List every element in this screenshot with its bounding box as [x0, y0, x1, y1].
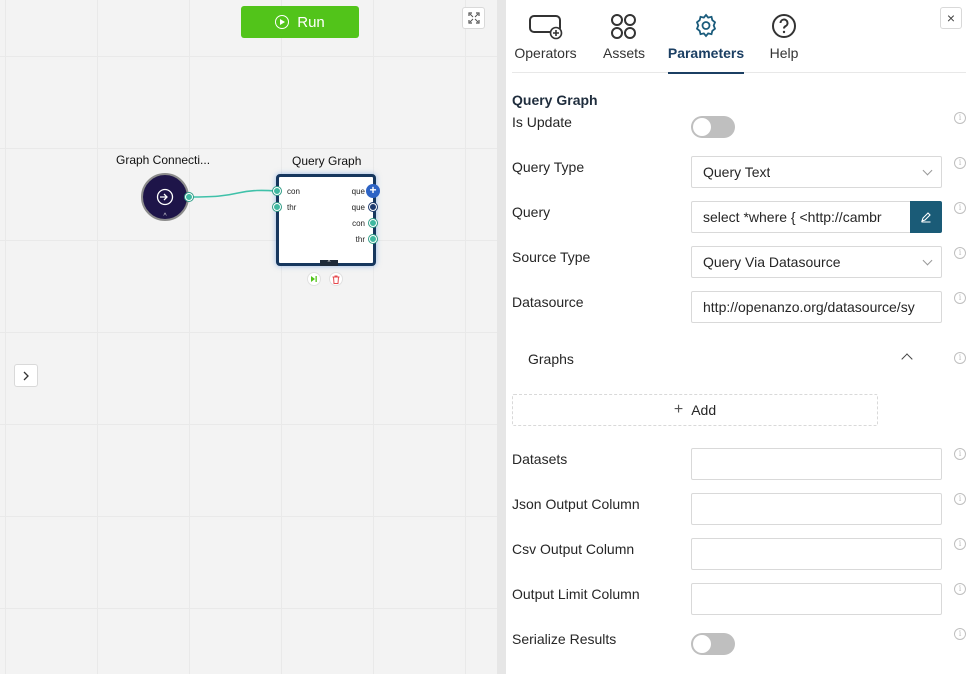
datasource-value: http://openanzo.org/datasource/sy — [703, 299, 915, 315]
operators-icon — [528, 15, 562, 40]
edit-query-button[interactable] — [910, 201, 942, 233]
assets-grid-icon — [611, 14, 636, 39]
is-update-label: Is Update — [512, 114, 572, 130]
output-limit-column-input[interactable] — [691, 583, 942, 615]
help-icon — [772, 14, 796, 38]
add-button-label: Add — [691, 402, 717, 418]
query-input[interactable]: select *where { <http://cambr — [691, 201, 911, 233]
info-icon[interactable]: i — [954, 583, 966, 595]
input-port-label: thr — [287, 203, 297, 212]
play-step-icon — [311, 276, 317, 282]
tab-label: Help — [769, 45, 799, 61]
query-type-label: Query Type — [512, 159, 585, 175]
graphs-section-header[interactable]: Graphs — [528, 351, 574, 367]
graph-connection-node-title: Graph Connecti... — [116, 153, 211, 167]
output-port-label: con — [352, 219, 365, 228]
json-output-column-input[interactable] — [691, 493, 942, 525]
query-label: Query — [512, 204, 551, 220]
info-icon[interactable]: i — [954, 157, 966, 169]
query-type-select[interactable]: Query Text — [691, 156, 942, 188]
run-node-button[interactable] — [307, 272, 321, 286]
info-icon[interactable]: i — [954, 538, 966, 550]
panel-tabs: Operators Assets Parameters Help — [512, 12, 966, 74]
tab-assets[interactable]: Assets — [602, 12, 646, 73]
collapse-caret-icon[interactable]: ^ — [320, 260, 338, 266]
graph-connection-output-port[interactable] — [185, 193, 193, 201]
node-edge — [189, 189, 278, 198]
tab-parameters[interactable]: Parameters — [667, 12, 745, 74]
csv-output-column-label: Csv Output Column — [512, 541, 635, 557]
output-port-label: que — [351, 187, 365, 196]
input-port-label: con — [287, 187, 300, 196]
info-icon[interactable]: i — [954, 448, 966, 460]
info-icon[interactable]: i — [954, 112, 966, 124]
add-graph-button[interactable]: + Add — [512, 394, 878, 426]
output-port-thr[interactable] — [369, 235, 377, 243]
datasets-input[interactable] — [691, 448, 942, 480]
tab-label: Assets — [602, 45, 645, 61]
delete-node-button[interactable] — [329, 272, 343, 286]
output-port-que[interactable] — [369, 203, 377, 211]
chevron-down-icon — [922, 255, 933, 266]
info-icon[interactable]: i — [954, 493, 966, 505]
pencil-icon — [921, 212, 931, 223]
is-update-toggle[interactable] — [691, 116, 735, 138]
info-icon[interactable]: i — [954, 628, 966, 640]
query-graph-node[interactable]: con thr que que con thr ^ — [276, 174, 376, 266]
query-type-value: Query Text — [703, 164, 771, 180]
info-icon[interactable]: i — [954, 247, 966, 259]
login-arrow-icon — [156, 188, 174, 206]
info-icon[interactable]: i — [954, 202, 966, 214]
query-value: select *where { <http://cambr — [703, 209, 882, 225]
input-port-thr[interactable] — [273, 203, 281, 211]
source-type-value: Query Via Datasource — [703, 254, 841, 270]
plus-icon: + — [673, 401, 684, 418]
serialize-results-toggle[interactable] — [691, 633, 735, 655]
collapse-caret-icon: ^ — [163, 213, 167, 220]
info-icon[interactable]: i — [954, 352, 966, 364]
tab-label: Operators — [514, 45, 577, 61]
query-graph-node-title: Query Graph — [292, 154, 362, 168]
input-port-con[interactable] — [273, 187, 281, 195]
datasource-input[interactable]: http://openanzo.org/datasource/sy — [691, 291, 942, 323]
output-port-label: thr — [355, 235, 365, 244]
output-port-label: que — [351, 203, 365, 212]
add-port-plus-icon[interactable]: + — [366, 184, 380, 198]
csv-output-column-input[interactable] — [691, 538, 942, 570]
tab-help[interactable]: Help — [768, 12, 800, 73]
graph-connection-node[interactable]: ^ — [141, 173, 189, 221]
datasets-label: Datasets — [512, 451, 568, 467]
tab-operators[interactable]: Operators — [512, 12, 579, 73]
output-port-con[interactable] — [369, 219, 377, 227]
json-output-column-label: Json Output Column — [512, 496, 640, 512]
trash-icon — [332, 275, 340, 284]
gear-icon — [695, 13, 717, 38]
source-type-label: Source Type — [512, 249, 591, 265]
panel-splitter[interactable] — [497, 0, 506, 674]
tab-label: Parameters — [667, 45, 745, 61]
source-type-select[interactable]: Query Via Datasource — [691, 246, 942, 278]
section-title: Query Graph — [512, 92, 598, 108]
datasource-label: Datasource — [512, 294, 584, 310]
info-icon[interactable]: i — [954, 292, 966, 304]
serialize-results-label: Serialize Results — [512, 631, 617, 647]
chevron-down-icon — [922, 165, 933, 176]
output-limit-column-label: Output Limit Column — [512, 586, 640, 602]
